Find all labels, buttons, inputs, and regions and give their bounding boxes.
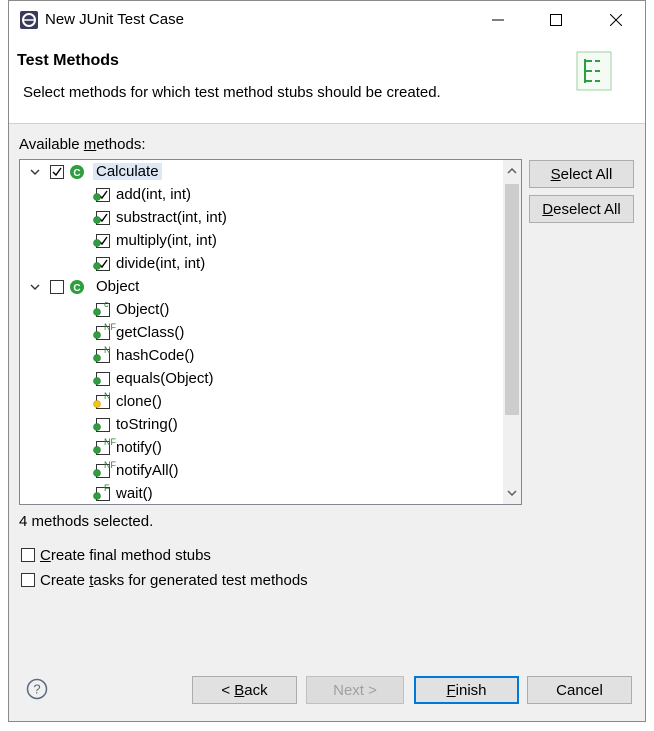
tree-node-label: getClass() [116, 324, 185, 341]
svg-text:?: ? [33, 682, 40, 697]
tree-node-label: toString() [116, 416, 178, 433]
tree-node-label: wait() [116, 485, 153, 502]
create-tasks-checkbox[interactable] [21, 573, 35, 587]
public-method-icon [93, 216, 101, 224]
tree-method-node[interactable]: NF getClass() [20, 322, 500, 345]
tree-class-node[interactable]: C Calculate [20, 161, 500, 184]
select-all-button[interactable]: Select All [529, 160, 634, 188]
tree-node-label: Object() [116, 301, 170, 318]
create-final-stubs-checkbox[interactable] [21, 548, 35, 562]
chevron-down-icon[interactable] [29, 281, 41, 293]
tree-method-node[interactable]: toString() [20, 414, 500, 437]
public-method-icon [93, 262, 101, 270]
tree-node-label: Calculate [93, 163, 162, 180]
scroll-down-button[interactable] [503, 483, 521, 503]
tree-node-label: notifyAll() [116, 462, 179, 479]
method-checkbox[interactable] [50, 280, 64, 294]
finish-button[interactable]: Finish [414, 676, 519, 704]
public-method-icon [93, 377, 101, 385]
tree-scrollbar[interactable] [503, 160, 521, 504]
method-checkbox[interactable] [50, 165, 64, 179]
tree-node-label: substract(int, int) [116, 209, 227, 226]
deselect-all-button[interactable]: Deselect All [529, 195, 634, 223]
scroll-up-button[interactable] [503, 161, 521, 181]
create-tasks-option[interactable]: Create tasks for generated test methods [21, 571, 308, 589]
tree-method-node[interactable]: multiply(int, int) [20, 230, 500, 253]
public-method-icon [93, 239, 101, 247]
maximize-button[interactable] [527, 1, 585, 39]
wizard-header: Test Methods Select methods for which te… [9, 39, 645, 124]
tree-node-label: Object [96, 278, 140, 295]
method-modifier-badge: NF [104, 437, 116, 447]
method-modifier-badge: NF [104, 322, 116, 332]
tree-class-node[interactable]: C Object [20, 276, 500, 299]
tree-node-label: divide(int, int) [116, 255, 206, 272]
tree-method-node[interactable]: substract(int, int) [20, 207, 500, 230]
help-icon[interactable]: ? [26, 678, 48, 700]
tree-method-node[interactable]: equals(Object) [20, 368, 500, 391]
svg-text:C: C [73, 283, 80, 294]
method-modifier-badge: N [104, 345, 111, 355]
create-tasks-label: Create tasks for generated test methods [40, 571, 308, 589]
class-icon: C [70, 280, 84, 294]
method-modifier-badge: c [104, 299, 109, 309]
create-final-stubs-label: Create final method stubs [40, 546, 211, 564]
scrollbar-thumb[interactable] [505, 184, 519, 415]
tree-method-node[interactable]: c Object() [20, 299, 500, 322]
tree-method-node[interactable]: add(int, int) [20, 184, 500, 207]
next-button[interactable]: Next > [306, 676, 404, 704]
method-modifier-badge: F [104, 483, 110, 493]
page-description: Select methods for which test method stu… [23, 84, 441, 101]
minimize-button[interactable] [469, 1, 527, 39]
maximize-icon [550, 14, 562, 26]
methods-tree[interactable]: C Calculate add(int, int) substract(int, in… [19, 159, 522, 505]
method-modifier-badge: N [104, 391, 111, 401]
tree-node-label: hashCode() [116, 347, 195, 364]
class-icon: C [70, 165, 84, 179]
tree-method-node[interactable]: NF notifyAll() [20, 460, 500, 483]
close-button[interactable] [587, 1, 645, 39]
eclipse-app-icon [20, 11, 38, 29]
tree-node-label: add(int, int) [116, 186, 192, 203]
cancel-button[interactable]: Cancel [527, 676, 632, 704]
method-modifier-badge: NF [104, 460, 116, 470]
back-button[interactable]: < Back [192, 676, 297, 704]
tree-method-node[interactable]: divide(int, int) [20, 253, 500, 276]
tree-node-label: notify() [116, 439, 162, 456]
public-method-icon [93, 193, 101, 201]
tree-node-label: multiply(int, int) [116, 232, 217, 249]
svg-text:C: C [73, 168, 80, 179]
dialog-window: New JUnit Test Case Test Methods Select … [8, 0, 646, 722]
window-title: New JUnit Test Case [45, 11, 184, 28]
selection-status: 4 methods selected. [19, 513, 154, 530]
tree-method-node[interactable]: Nclone() [20, 391, 500, 414]
tree-method-node[interactable]: NF notify() [20, 437, 500, 460]
chevron-up-icon [507, 168, 517, 174]
create-final-stubs-option[interactable]: Create final method stubs [21, 546, 211, 564]
tree-node-label: clone() [116, 393, 162, 410]
title-bar[interactable]: New JUnit Test Case [9, 1, 645, 39]
tree-node-label: equals(Object) [116, 370, 214, 387]
junit-wizard-icon [576, 51, 612, 91]
minimize-icon [492, 19, 504, 21]
tree-method-node[interactable]: NhashCode() [20, 345, 500, 368]
available-methods-label: Available methods: [19, 136, 146, 153]
close-icon [610, 14, 622, 26]
page-title: Test Methods [17, 52, 119, 69]
public-method-icon [93, 423, 101, 431]
tree-method-node[interactable]: Fwait() [20, 483, 500, 504]
chevron-down-icon [507, 490, 517, 496]
chevron-down-icon[interactable] [29, 166, 41, 178]
